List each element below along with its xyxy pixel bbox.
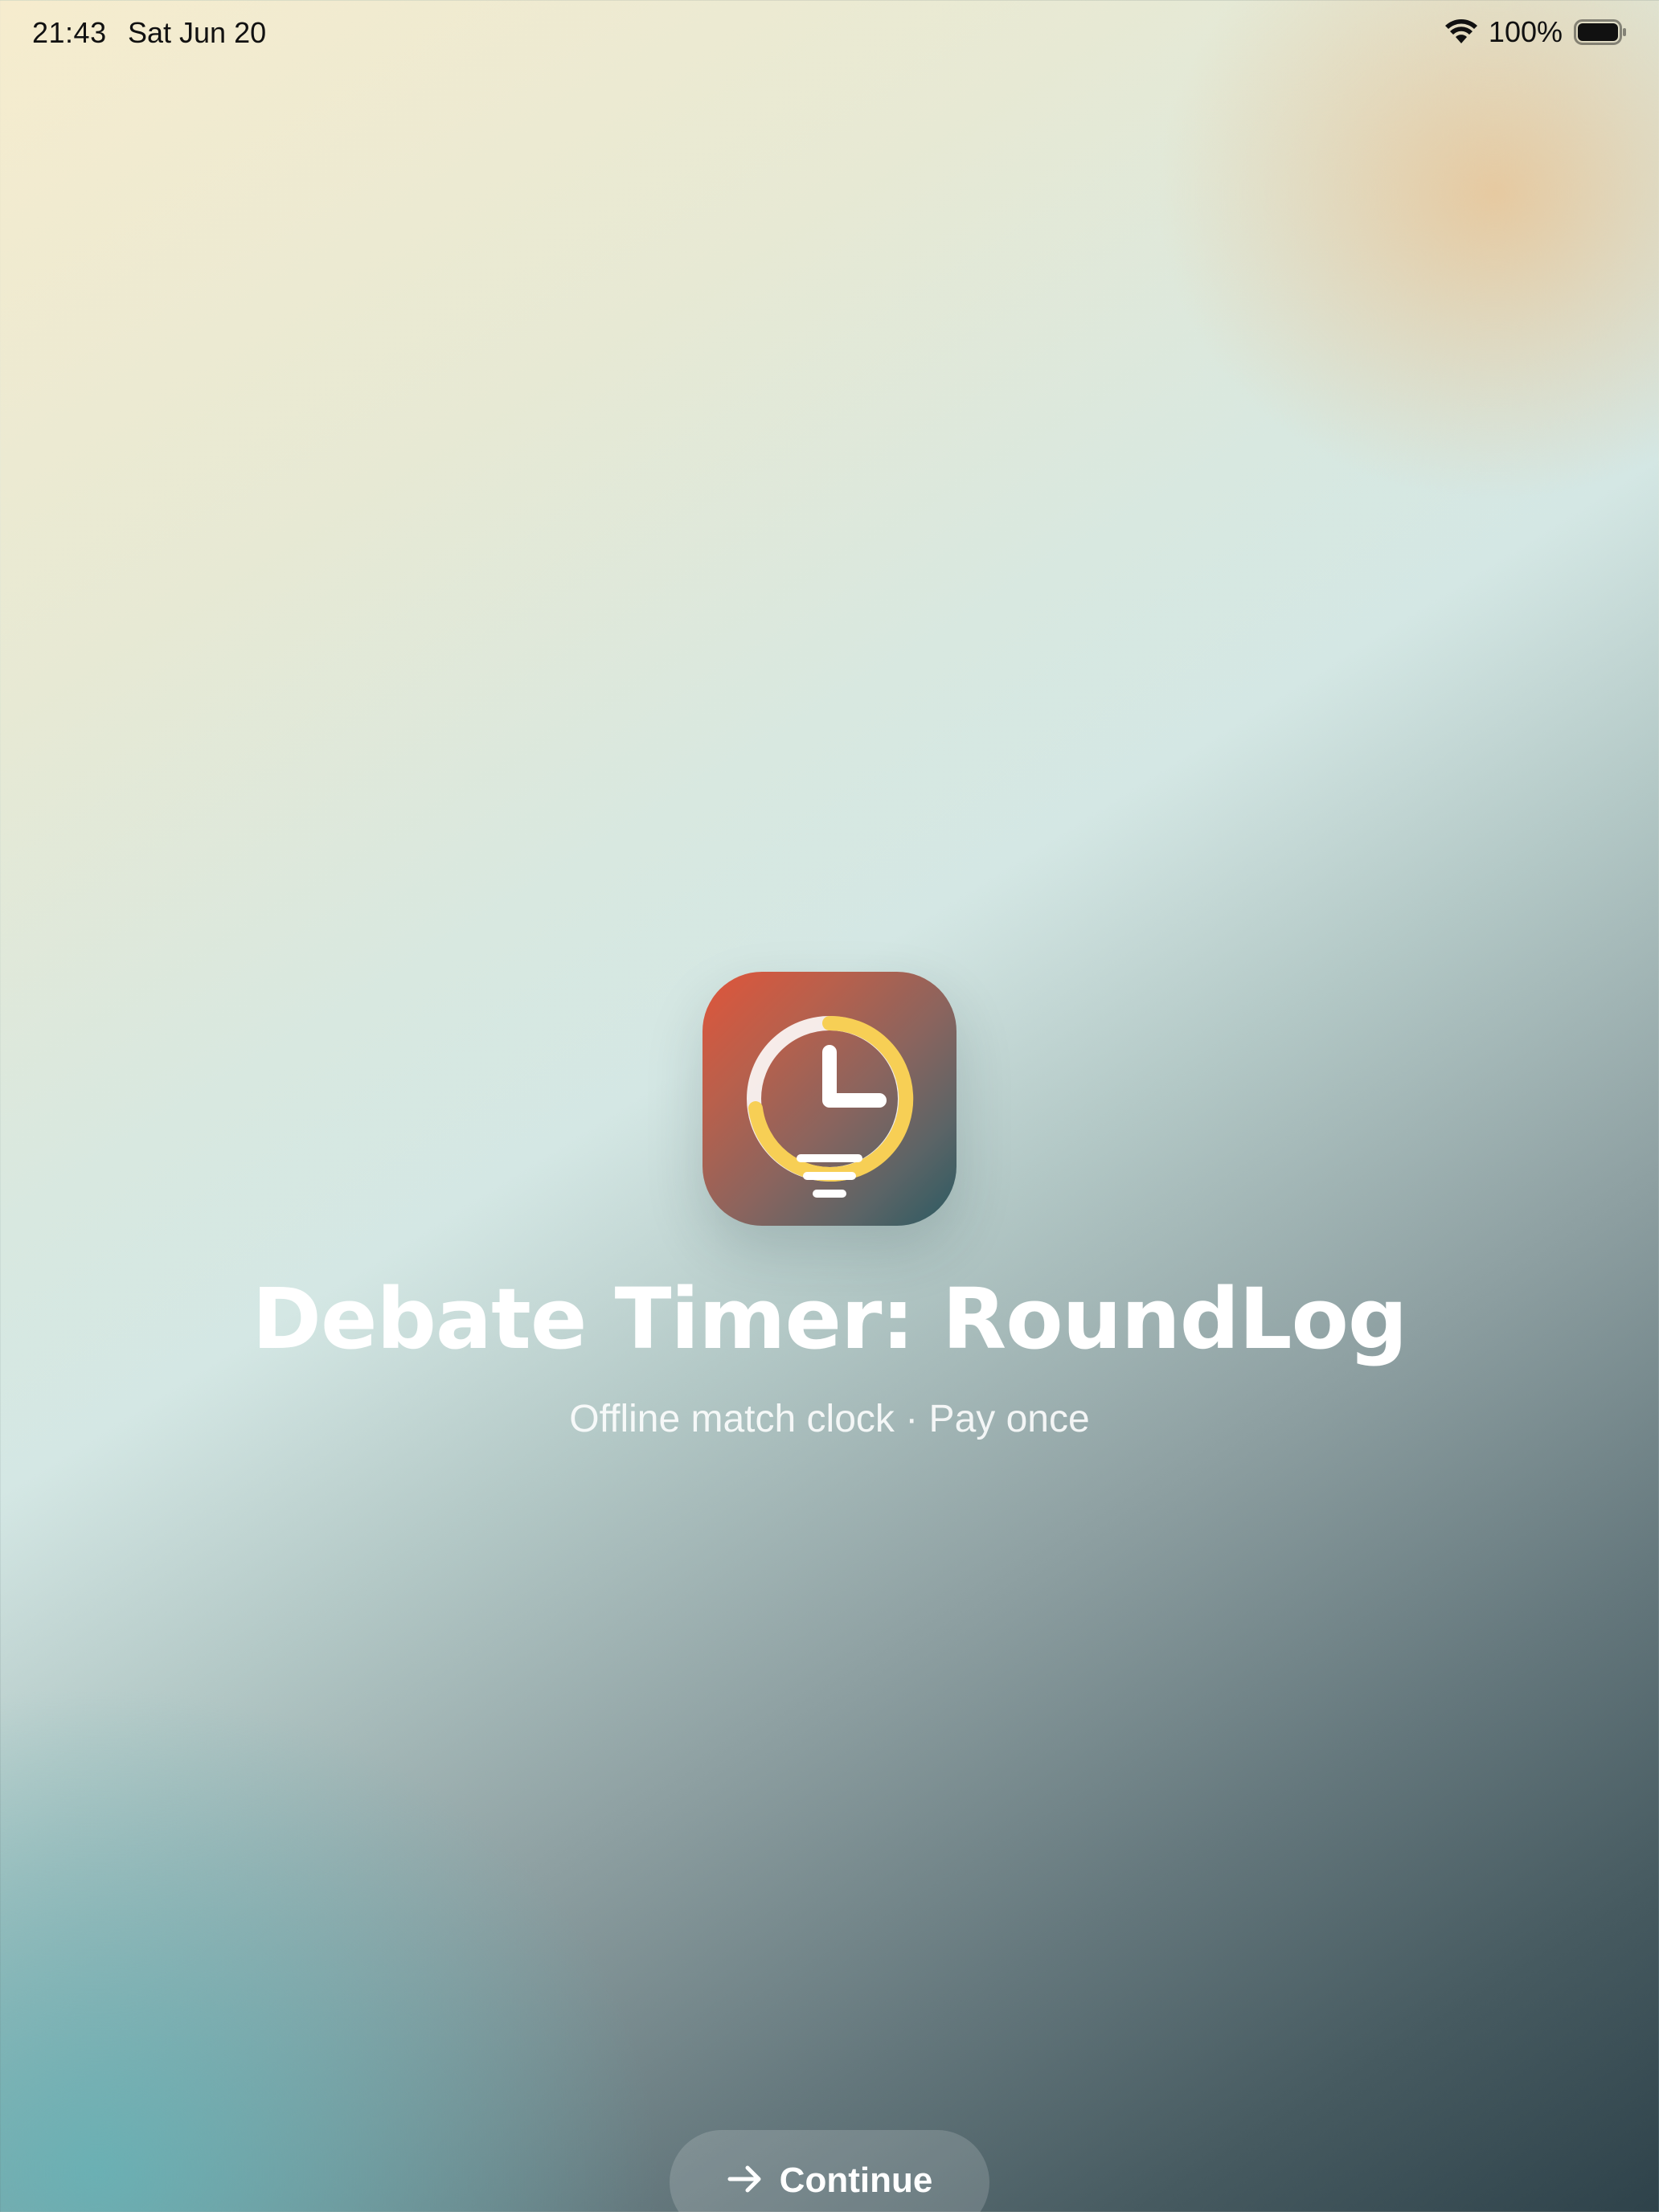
status-indicators: 100% (1444, 14, 1627, 50)
wifi-icon (1444, 19, 1477, 45)
status-date: Sat Jun 20 (128, 16, 267, 49)
app-title: Debate Timer: RoundLog (252, 1270, 1408, 1368)
status-bar: 21:43 Sat Jun 20 100% (0, 0, 1659, 64)
arrow-right-icon (727, 2161, 764, 2198)
continue-button[interactable]: Continue (670, 2130, 989, 2212)
battery-percentage: 100% (1488, 15, 1563, 48)
battery-icon (1574, 19, 1627, 45)
status-time: 21:43 (32, 16, 107, 49)
app-subtitle: Offline match clock · Pay once (569, 1398, 1090, 1440)
continue-label: Continue (779, 2161, 933, 2200)
clock-lightbulb-icon (703, 972, 956, 1226)
